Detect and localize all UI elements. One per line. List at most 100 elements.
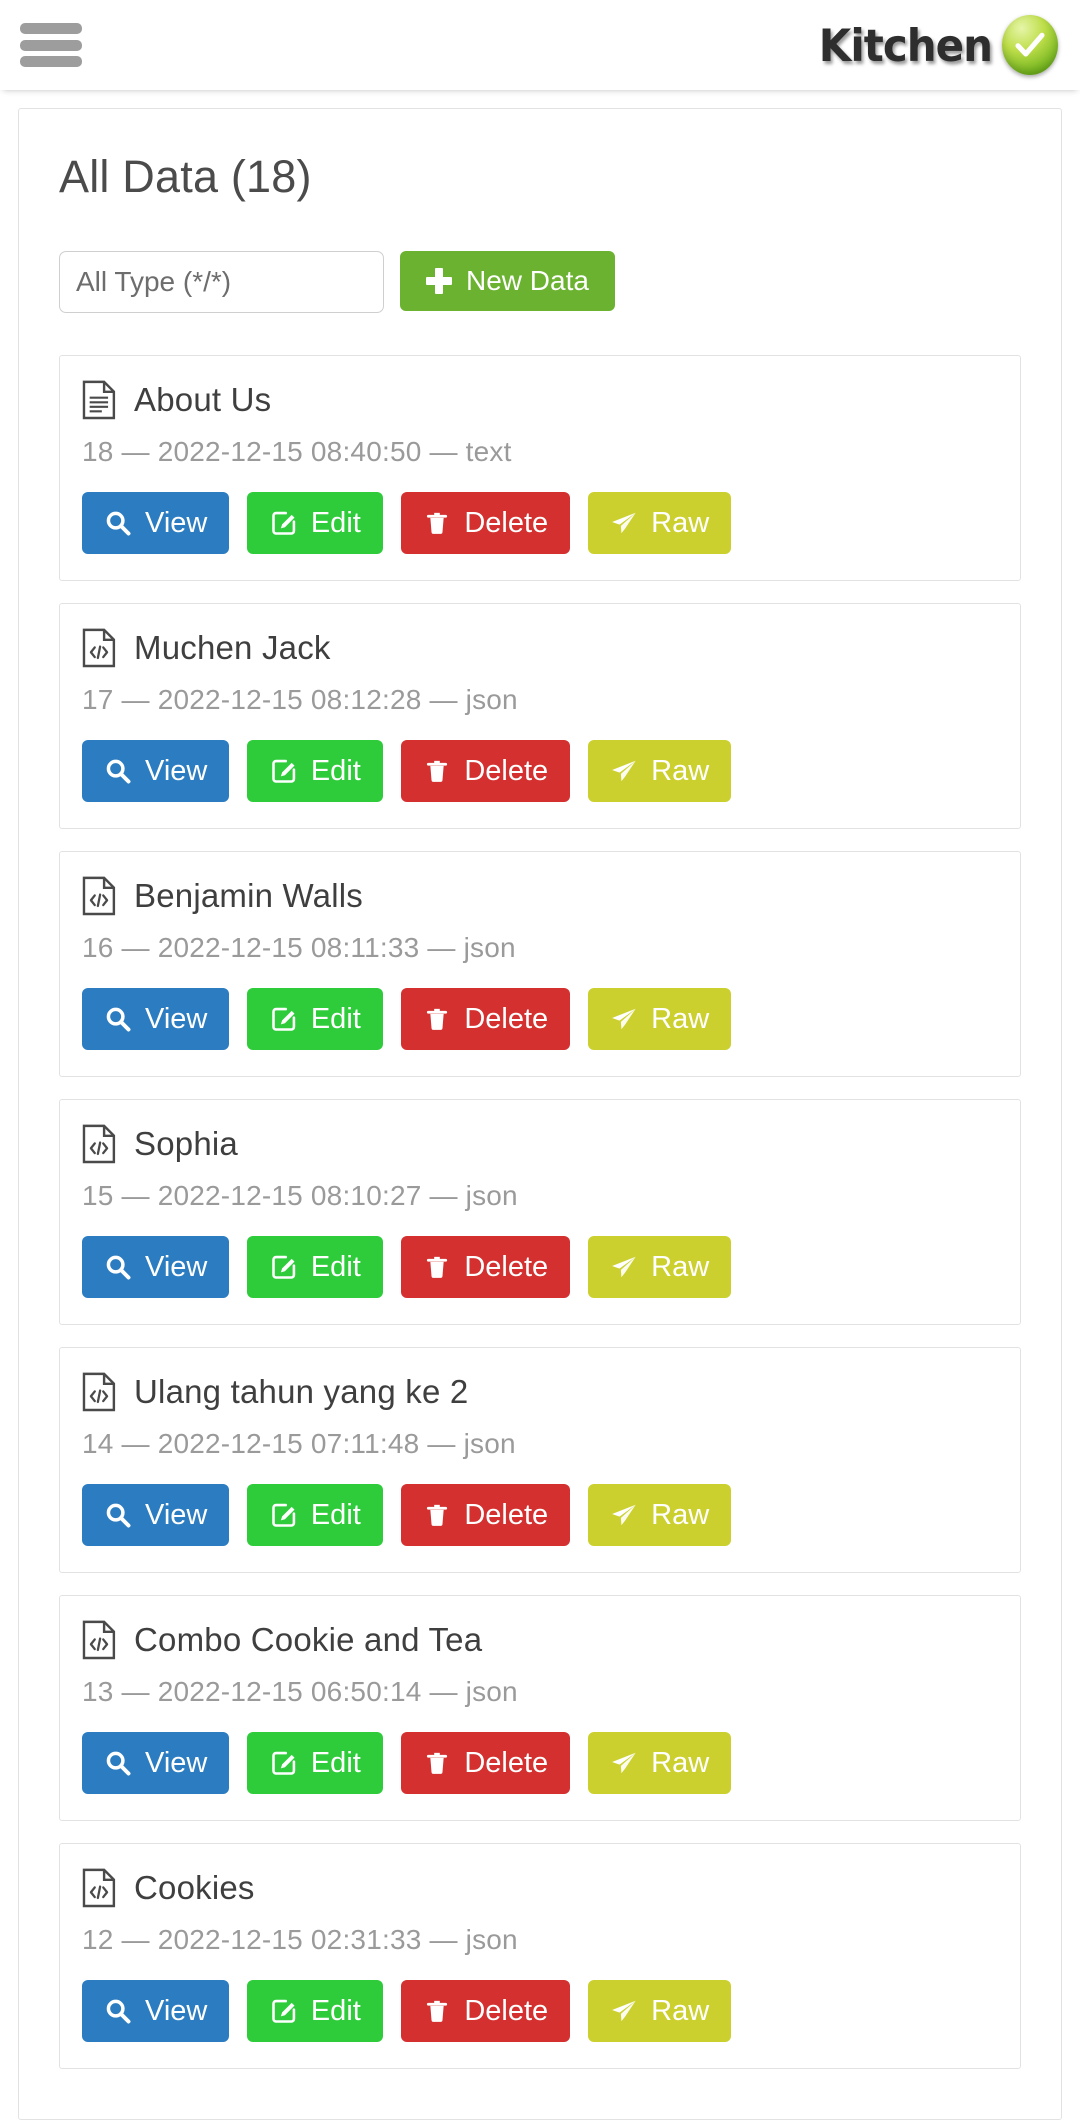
toolbar: All Type (*/*) New Data [59, 251, 1021, 313]
card-actions: View Edit Delete Raw [82, 1732, 998, 1794]
data-card-16[interactable]: Benjamin Walls 16 — 2022-12-15 08:11:33 … [59, 851, 1021, 1077]
raw-button-label: Raw [651, 1994, 710, 2027]
edit-button[interactable]: Edit [247, 1236, 384, 1298]
brand-logo[interactable]: Kitchen [819, 15, 1058, 75]
card-meta: 17 — 2022-12-15 08:12:28 — json [82, 684, 518, 715]
search-icon [106, 1007, 131, 1032]
card-title: About Us [134, 381, 272, 418]
edit-button[interactable]: Edit [247, 740, 384, 802]
new-data-button[interactable]: New Data [400, 251, 615, 311]
search-icon [106, 511, 131, 536]
paper-plane-icon [612, 2000, 636, 2022]
search-icon [106, 1751, 131, 1776]
view-button-label: View [145, 506, 208, 539]
search-icon [106, 1999, 131, 2024]
data-list: About Us 18 — 2022-12-15 08:40:50 — text… [59, 355, 1021, 2069]
hamburger-menu-icon[interactable] [20, 19, 82, 71]
delete-button[interactable]: Delete [401, 1484, 571, 1546]
card-header: About Us [82, 380, 998, 420]
delete-button[interactable]: Delete [401, 1236, 571, 1298]
paper-plane-icon [612, 1008, 636, 1030]
delete-button[interactable]: Delete [401, 492, 571, 554]
file-code-icon [82, 1124, 116, 1164]
edit-button[interactable]: Edit [247, 1732, 384, 1794]
raw-button[interactable]: Raw [588, 1732, 732, 1794]
raw-button-label: Raw [651, 1002, 710, 1035]
data-card-12[interactable]: Cookies 12 — 2022-12-15 02:31:33 — json … [59, 1843, 1021, 2069]
view-button[interactable]: View [82, 1236, 230, 1298]
content-panel: All Data (18) All Type (*/*) New Data Ab… [18, 108, 1062, 2120]
file-code-icon [82, 876, 116, 916]
view-button[interactable]: View [82, 740, 230, 802]
trash-icon [427, 1256, 448, 1278]
view-button-label: View [145, 1002, 208, 1035]
card-actions: View Edit Delete Raw [82, 988, 998, 1050]
pencil-square-icon [272, 1007, 296, 1031]
trash-icon [427, 1752, 448, 1774]
card-title: Combo Cookie and Tea [134, 1621, 483, 1658]
search-icon [106, 1255, 131, 1280]
trash-icon [427, 512, 448, 534]
data-card-17[interactable]: Muchen Jack 17 — 2022-12-15 08:12:28 — j… [59, 603, 1021, 829]
search-icon [106, 759, 131, 784]
card-meta: 18 — 2022-12-15 08:40:50 — text [82, 436, 512, 467]
hamburger-bar [20, 56, 82, 67]
type-filter-value: All Type (*/*) [76, 266, 232, 297]
view-button-label: View [145, 1746, 208, 1779]
raw-button[interactable]: Raw [588, 740, 732, 802]
delete-button[interactable]: Delete [401, 740, 571, 802]
card-header: Combo Cookie and Tea [82, 1620, 998, 1660]
card-actions: View Edit Delete Raw [82, 1980, 998, 2042]
trash-icon [427, 1008, 448, 1030]
pencil-square-icon [272, 511, 296, 535]
raw-button[interactable]: Raw [588, 1236, 732, 1298]
edit-button[interactable]: Edit [247, 1484, 384, 1546]
page-title: All Data (18) [59, 151, 312, 202]
type-filter-select[interactable]: All Type (*/*) [59, 251, 384, 313]
paper-plane-icon [612, 1504, 636, 1526]
view-button[interactable]: View [82, 1732, 230, 1794]
edit-button-label: Edit [310, 1250, 361, 1283]
delete-button[interactable]: Delete [401, 1980, 571, 2042]
data-card-13[interactable]: Combo Cookie and Tea 13 — 2022-12-15 06:… [59, 1595, 1021, 1821]
delete-button-label: Delete [464, 506, 549, 539]
delete-button-label: Delete [464, 1498, 549, 1531]
edit-button-label: Edit [310, 1002, 361, 1035]
data-card-14[interactable]: Ulang tahun yang ke 2 14 — 2022-12-15 07… [59, 1347, 1021, 1573]
view-button-label: View [145, 1994, 208, 2027]
card-actions: View Edit Delete Raw [82, 740, 998, 802]
pencil-square-icon [272, 1751, 296, 1775]
delete-button[interactable]: Delete [401, 988, 571, 1050]
brand-name: Kitchen [818, 19, 993, 71]
edit-button[interactable]: Edit [247, 1980, 384, 2042]
search-icon [106, 1503, 131, 1528]
data-card-15[interactable]: Sophia 15 — 2022-12-15 08:10:27 — json V… [59, 1099, 1021, 1325]
edit-button-label: Edit [310, 1498, 361, 1531]
raw-button[interactable]: Raw [588, 988, 732, 1050]
edit-button-label: Edit [310, 1746, 361, 1779]
data-card-18[interactable]: About Us 18 — 2022-12-15 08:40:50 — text… [59, 355, 1021, 581]
raw-button-label: Raw [651, 1498, 710, 1531]
card-meta: 14 — 2022-12-15 07:11:48 — json [82, 1428, 516, 1459]
card-actions: View Edit Delete Raw [82, 492, 998, 554]
paper-plane-icon [612, 1256, 636, 1278]
delete-button-label: Delete [464, 1746, 549, 1779]
raw-button[interactable]: Raw [588, 1980, 732, 2042]
card-title: Muchen Jack [134, 629, 331, 666]
view-button[interactable]: View [82, 1484, 230, 1546]
paper-plane-icon [612, 1752, 636, 1774]
edit-button[interactable]: Edit [247, 988, 384, 1050]
view-button[interactable]: View [82, 988, 230, 1050]
view-button-label: View [145, 1250, 208, 1283]
raw-button[interactable]: Raw [588, 492, 732, 554]
delete-button-label: Delete [464, 1994, 549, 2027]
view-button[interactable]: View [82, 492, 230, 554]
card-header: Benjamin Walls [82, 876, 998, 916]
edit-button[interactable]: Edit [247, 492, 384, 554]
raw-button[interactable]: Raw [588, 1484, 732, 1546]
trash-icon [427, 760, 448, 782]
card-header: Sophia [82, 1124, 998, 1164]
view-button[interactable]: View [82, 1980, 230, 2042]
delete-button[interactable]: Delete [401, 1732, 571, 1794]
card-meta: 16 — 2022-12-15 08:11:33 — json [82, 932, 516, 963]
